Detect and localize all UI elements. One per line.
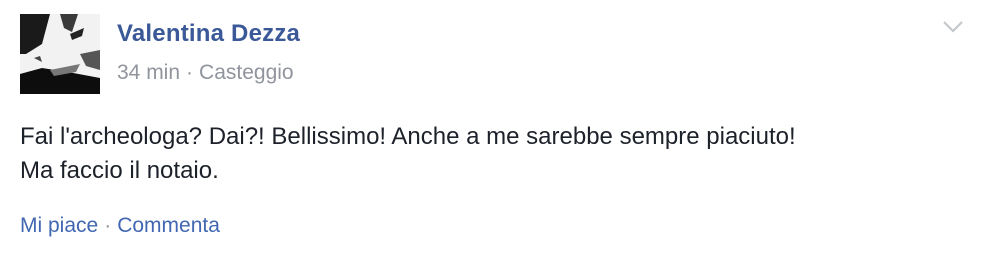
timestamp[interactable]: 34 min — [117, 61, 180, 84]
post-meta: 34 min · Casteggio — [117, 61, 294, 85]
comment-text-line: Fai l'archeologa? Dai?! Bellissimo! Anch… — [20, 123, 796, 150]
comment-link[interactable]: Commenta — [117, 214, 220, 237]
action-separator: · — [104, 214, 112, 237]
comment-text-line: Ma faccio il notaio. — [20, 157, 219, 184]
meta-separator: · — [186, 61, 194, 84]
avatar-image — [20, 14, 100, 94]
comment-card: Valentina Dezza 34 min · Casteggio Fai l'a… — [0, 0, 990, 258]
location[interactable]: Casteggio — [199, 61, 294, 84]
comment-text: Fai l'archeologa? Dai?! Bellissimo! Anch… — [20, 120, 970, 188]
author-name[interactable]: Valentina Dezza — [117, 20, 300, 48]
avatar[interactable] — [20, 14, 100, 94]
chevron-down-icon[interactable] — [942, 20, 964, 34]
like-link[interactable]: Mi piace — [20, 214, 98, 237]
action-bar: Mi piace · Commenta — [20, 214, 220, 238]
